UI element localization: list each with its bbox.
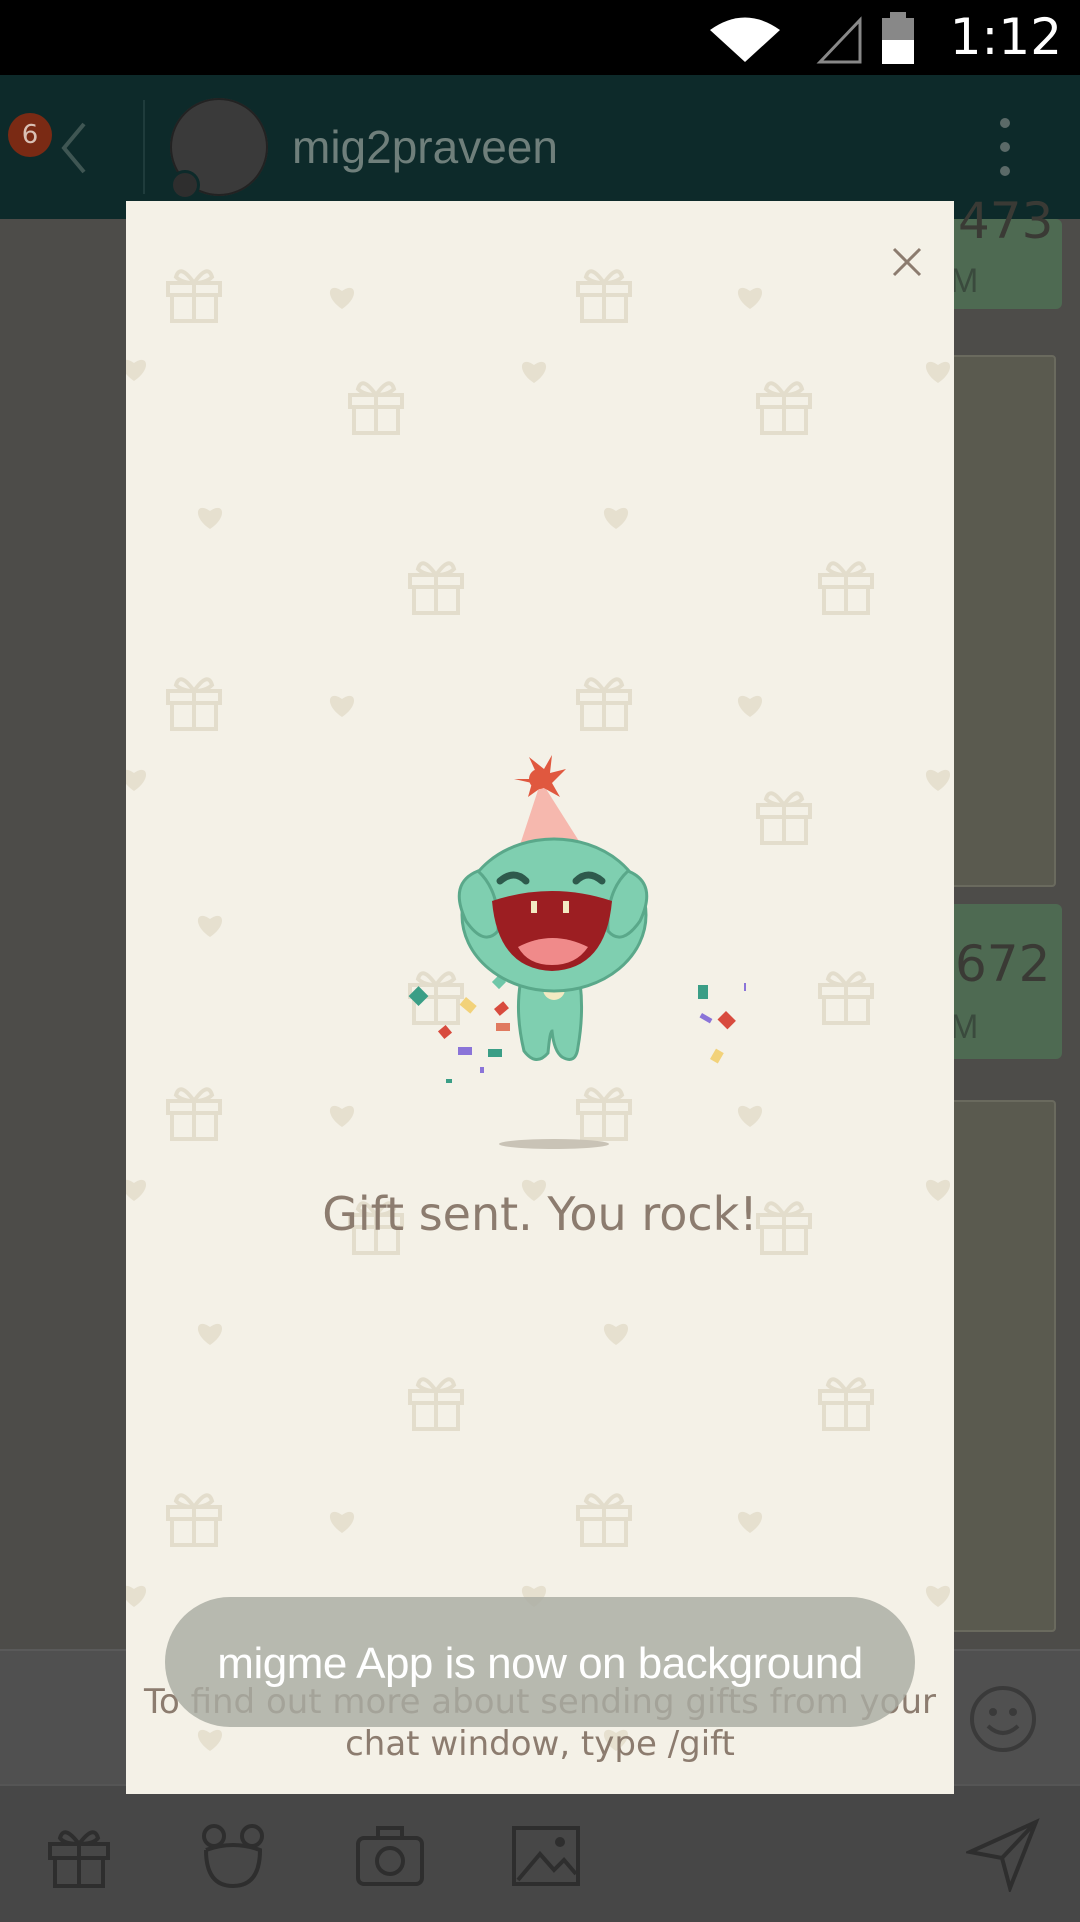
- toast-notification: migme App is now on background: [165, 1597, 915, 1727]
- camera-icon: [356, 1826, 424, 1886]
- dot-icon: [1000, 142, 1010, 152]
- signal-icon: [816, 16, 862, 64]
- sticker-button[interactable]: [198, 1820, 268, 1895]
- status-icons: [700, 10, 930, 75]
- mascot-shadow: [499, 1139, 609, 1149]
- camera-button[interactable]: [354, 1820, 426, 1895]
- message-time: M: [950, 1008, 979, 1046]
- gift-sent-message: Gift sent. You rock!: [322, 1187, 758, 1241]
- battery-icon: [882, 12, 914, 64]
- close-icon: [892, 247, 922, 277]
- toast-text: migme App is now on background: [217, 1639, 863, 1688]
- header-divider: [143, 100, 145, 194]
- wifi-icon: [710, 17, 780, 62]
- image-icon: [512, 1826, 580, 1886]
- close-button[interactable]: [882, 237, 932, 287]
- overflow-menu-button[interactable]: [1000, 118, 1010, 190]
- gift-sent-dialog: Gift sent. You rock! To find out more ab…: [126, 201, 954, 1794]
- presence-dot: [170, 170, 200, 200]
- dot-icon: [1000, 118, 1010, 128]
- message-text: 672: [955, 935, 1051, 993]
- image-button[interactable]: [510, 1820, 582, 1895]
- send-button[interactable]: [963, 1818, 1040, 1897]
- dot-icon: [1000, 166, 1010, 176]
- smiley-icon: [970, 1686, 1036, 1752]
- message-bubble: [940, 1100, 1056, 1632]
- unread-badge: 6: [8, 113, 52, 157]
- gift-icon: [48, 1830, 110, 1888]
- chat-title: mig2praveen: [292, 121, 558, 173]
- message-time: M: [950, 262, 979, 300]
- sticker-icon: [202, 1824, 264, 1889]
- status-time: 1:12: [949, 8, 1062, 66]
- message-bubble: [940, 355, 1056, 887]
- gift-button[interactable]: [44, 1820, 114, 1895]
- back-button[interactable]: [58, 118, 88, 183]
- emoji-button[interactable]: [968, 1684, 1038, 1759]
- status-bar: 1:12: [0, 0, 1080, 75]
- message-text: 473: [958, 192, 1054, 250]
- chevron-left-icon: [61, 122, 86, 174]
- mascot-character: [426, 751, 666, 1086]
- send-icon: [963, 1818, 1040, 1895]
